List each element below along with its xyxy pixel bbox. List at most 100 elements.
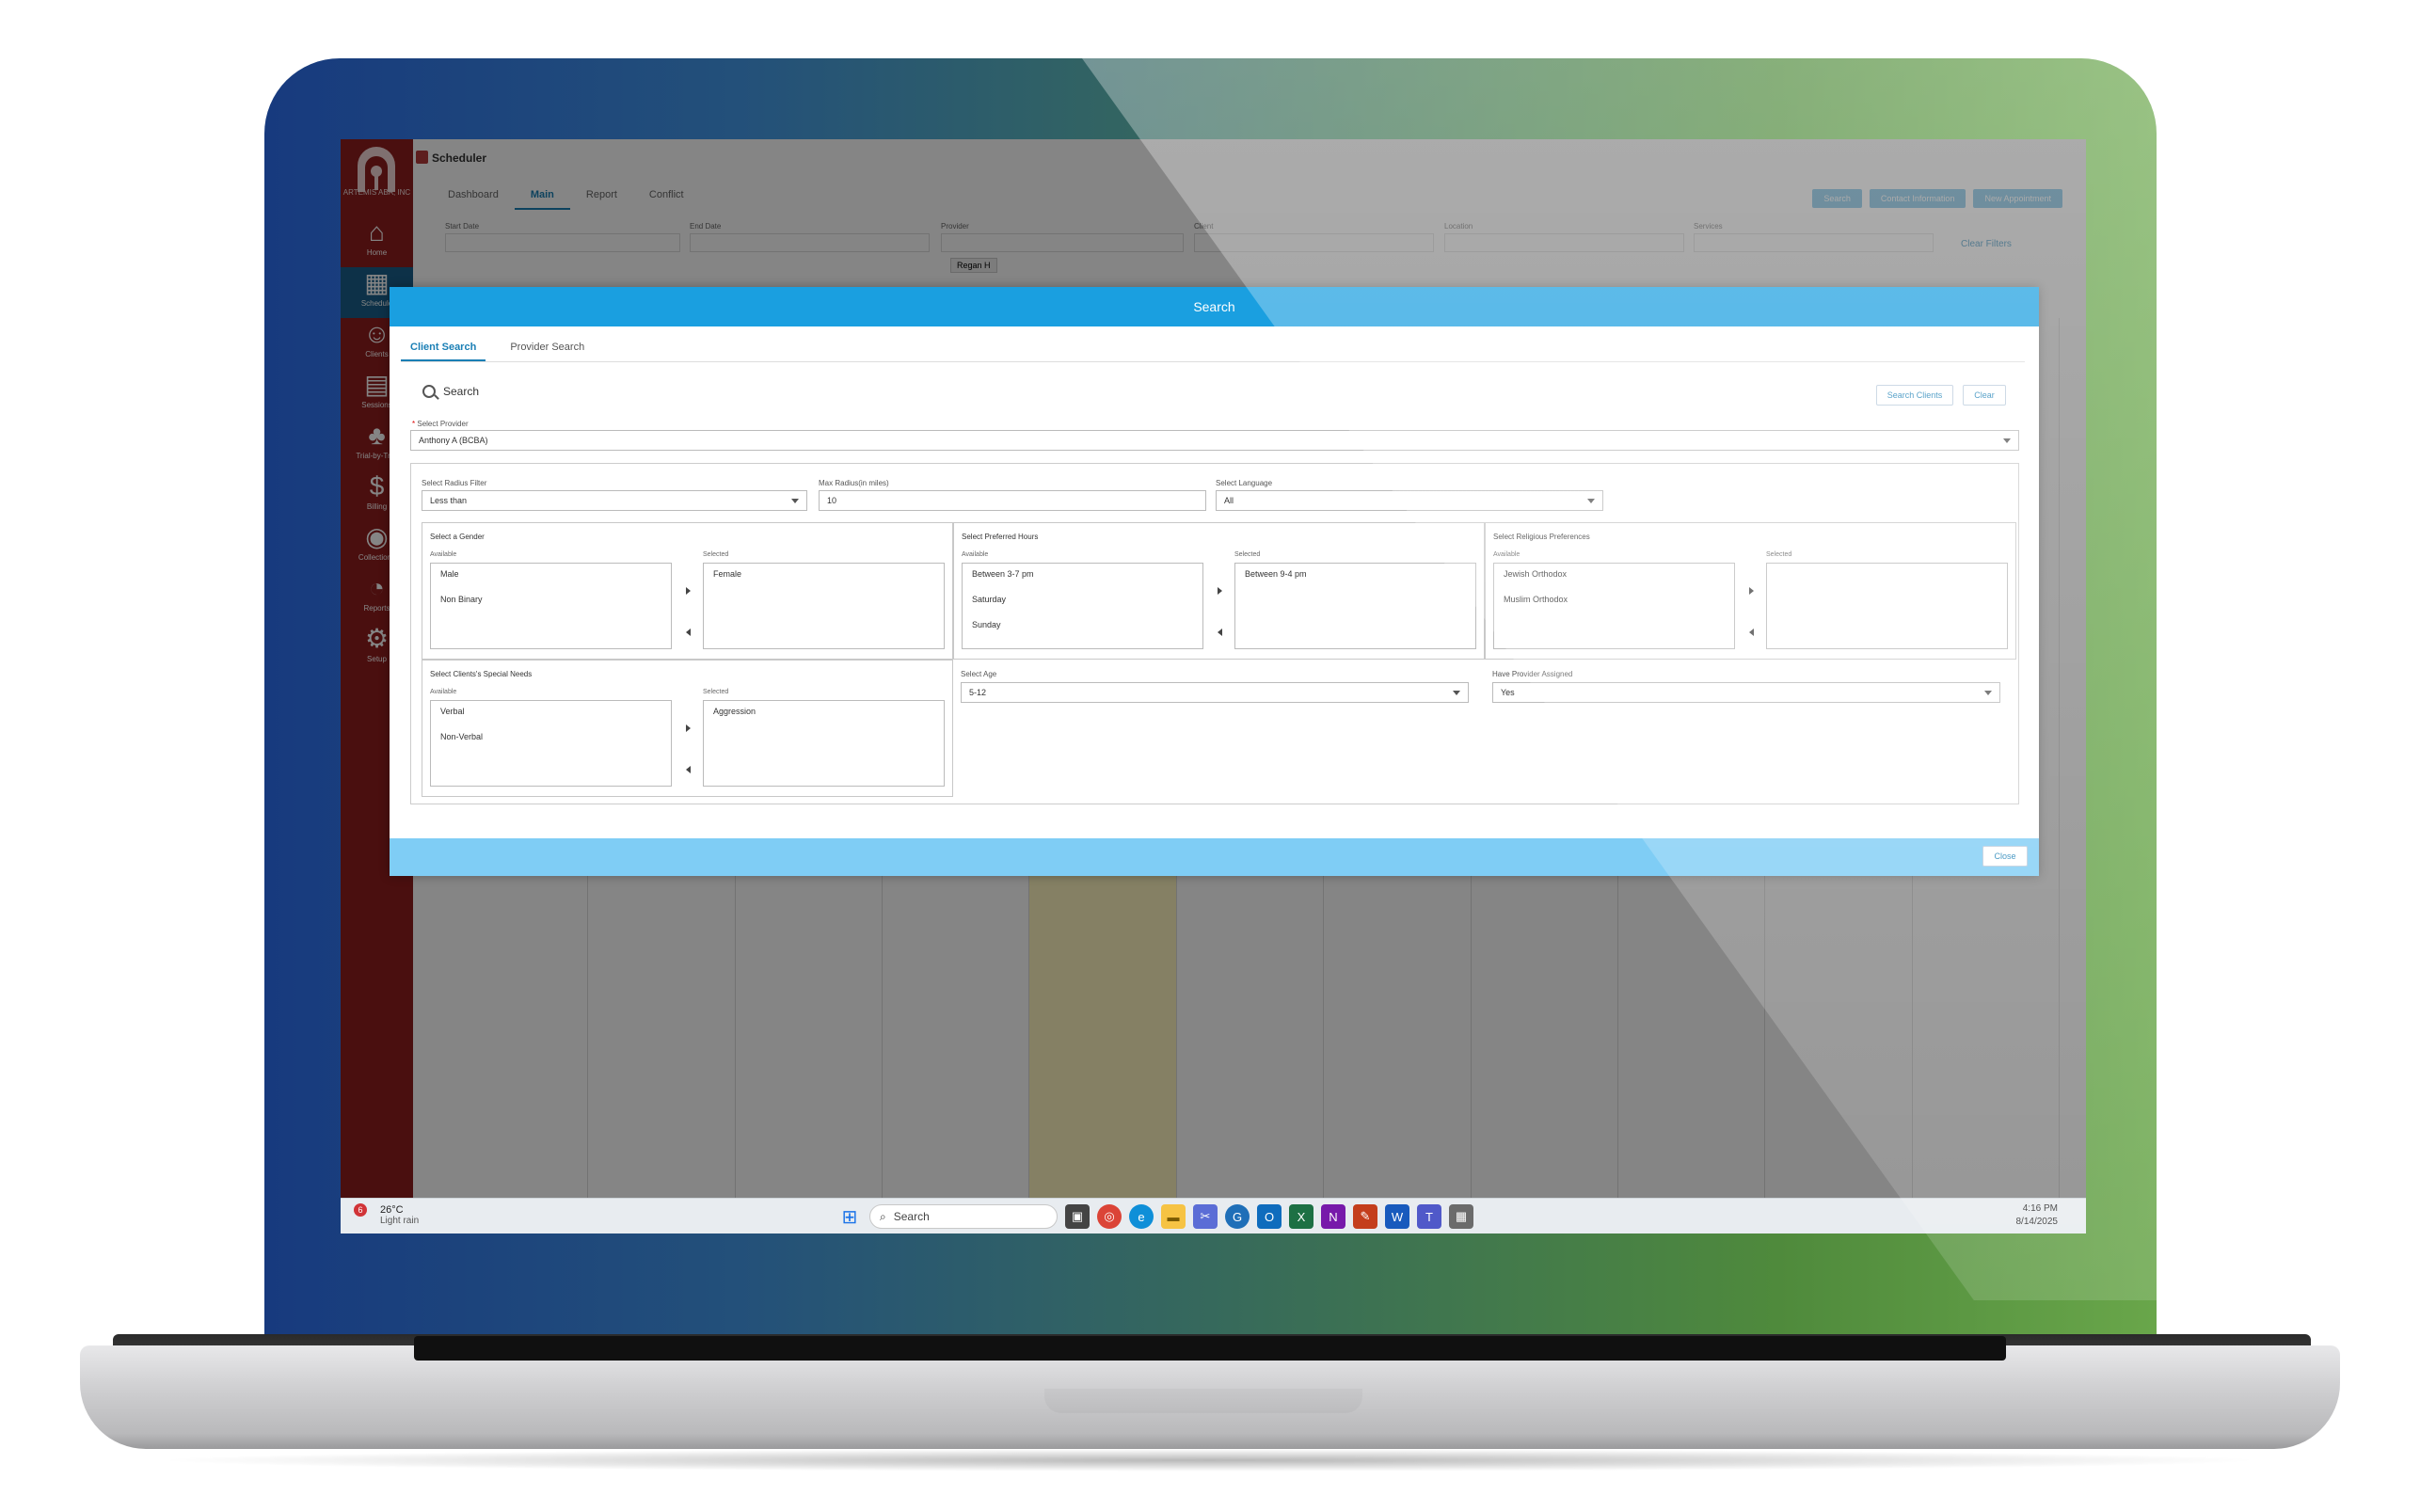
list-item[interactable]: Non-Verbal bbox=[431, 726, 671, 752]
hours-title: Select Preferred Hours bbox=[962, 533, 1039, 541]
list-item[interactable]: Muslim Orthodox bbox=[1494, 589, 1734, 614]
radius-filter-label: Select Radius Filter bbox=[422, 479, 487, 487]
filters-panel: Select Radius Filter Less than Max Radiu… bbox=[410, 463, 2019, 804]
tab-provider-search[interactable]: Provider Search bbox=[501, 342, 594, 361]
list-item[interactable]: Saturday bbox=[963, 589, 1202, 614]
modal-tabs: Client Search Provider Search bbox=[401, 342, 2025, 362]
max-radius-input[interactable]: 10 bbox=[819, 490, 1206, 511]
weather-widget[interactable]: 26°C Light rain bbox=[380, 1204, 419, 1226]
calculator-icon[interactable]: ▦ bbox=[1449, 1204, 1473, 1229]
chevron-down-icon bbox=[1984, 691, 1992, 695]
paint-icon[interactable]: ✎ bbox=[1353, 1204, 1377, 1229]
religion-selected-list bbox=[1766, 563, 2008, 649]
have-provider-label: Have Provider Assigned bbox=[1492, 670, 1573, 678]
copilot-icon[interactable]: G bbox=[1225, 1204, 1250, 1229]
search-icon bbox=[422, 385, 436, 398]
gender-title: Select a Gender bbox=[430, 533, 485, 541]
chevron-down-icon bbox=[791, 499, 799, 503]
edge-icon[interactable]: e bbox=[1129, 1204, 1154, 1229]
chrome-icon[interactable]: ◎ bbox=[1097, 1204, 1122, 1229]
list-item[interactable]: Between 3-7 pm bbox=[963, 564, 1202, 589]
move-right-icon[interactable] bbox=[686, 587, 691, 595]
list-item[interactable]: Sunday bbox=[963, 614, 1202, 640]
select-provider-label: * Select Provider bbox=[412, 420, 469, 428]
gender-available-list: Male Non Binary bbox=[430, 563, 672, 649]
gender-selected-list: Female bbox=[703, 563, 945, 649]
list-item[interactable]: Aggression bbox=[704, 701, 944, 726]
weather-condition: Light rain bbox=[380, 1216, 420, 1226]
available-label: Available bbox=[430, 689, 457, 695]
taskbar-search[interactable]: ⌕ Search bbox=[869, 1204, 1058, 1229]
word-icon[interactable]: W bbox=[1385, 1204, 1409, 1229]
system-clock[interactable]: 4:16 PM 8/14/2025 bbox=[2016, 1202, 2059, 1229]
search-clients-button[interactable]: Search Clients bbox=[1876, 385, 1953, 406]
age-label: Select Age bbox=[961, 670, 997, 678]
move-right-icon[interactable] bbox=[1218, 587, 1222, 595]
list-item[interactable]: Non Binary bbox=[431, 589, 671, 614]
windows-start-icon[interactable]: ⊞ bbox=[837, 1204, 862, 1229]
selected-label: Selected bbox=[703, 551, 729, 558]
selected-label: Selected bbox=[1766, 551, 1792, 558]
task-view-icon[interactable]: ▣ bbox=[1065, 1204, 1090, 1229]
clock-date: 8/14/2025 bbox=[2015, 1217, 2059, 1227]
available-label: Available bbox=[430, 551, 457, 558]
list-item[interactable]: Between 9-4 pm bbox=[1235, 564, 1475, 589]
selected-label: Selected bbox=[1234, 551, 1261, 558]
onenote-icon[interactable]: N bbox=[1321, 1204, 1345, 1229]
list-item[interactable]: Female bbox=[704, 564, 944, 589]
hours-selected-list: Between 9-4 pm bbox=[1234, 563, 1476, 649]
move-left-icon[interactable] bbox=[1749, 629, 1754, 636]
tab-client-search[interactable]: Client Search bbox=[401, 342, 486, 361]
list-item[interactable]: Jewish Orthodox bbox=[1494, 564, 1734, 589]
available-label: Available bbox=[1493, 551, 1520, 558]
modal-footer: Close bbox=[390, 838, 2039, 876]
clear-button[interactable]: Clear bbox=[1963, 385, 2006, 406]
gender-panel: Select a Gender Available Selected Male … bbox=[422, 522, 953, 660]
teams-icon[interactable]: T bbox=[1417, 1204, 1441, 1229]
age-dropdown[interactable]: 5-12 bbox=[961, 682, 1469, 703]
selected-label: Selected bbox=[703, 689, 729, 695]
move-right-icon[interactable] bbox=[686, 724, 691, 732]
move-right-icon[interactable] bbox=[1749, 587, 1754, 595]
available-label: Available bbox=[962, 551, 989, 558]
close-button[interactable]: Close bbox=[1982, 846, 2028, 867]
religion-title: Select Religious Preferences bbox=[1493, 533, 1590, 541]
modal-title: Search bbox=[390, 287, 2039, 326]
weather-temp: 26°C bbox=[380, 1204, 404, 1216]
file-explorer-icon[interactable]: ▬ bbox=[1161, 1204, 1186, 1229]
clock-time: 4:16 PM bbox=[2022, 1203, 2058, 1214]
excel-icon[interactable]: X bbox=[1289, 1204, 1313, 1229]
snipping-tool-icon[interactable]: ✂ bbox=[1193, 1204, 1218, 1229]
radius-filter-dropdown[interactable]: Less than bbox=[422, 490, 807, 511]
move-left-icon[interactable] bbox=[686, 766, 691, 773]
laptop-mockup: ARTEMIS ABA, INC ⌂ Home ▦ Schedule ☺ Client… bbox=[0, 0, 2420, 1512]
religion-panel: Select Religious Preferences Available S… bbox=[1485, 522, 2016, 660]
language-label: Select Language bbox=[1216, 479, 1273, 487]
chevron-down-icon bbox=[2003, 438, 2011, 443]
search-modal: Search Client Search Provider Search Sea… bbox=[390, 287, 2039, 876]
search-icon: ⌕ bbox=[880, 1209, 886, 1223]
needs-selected-list: Aggression bbox=[703, 700, 945, 787]
list-item[interactable]: Verbal bbox=[431, 701, 671, 726]
needs-panel: Select Clients's Special Needs Available… bbox=[422, 660, 953, 797]
taskbar-apps: ⊞ ⌕ Search ▣ ◎ e ▬ ✂ G O X N ✎ W T ▦ bbox=[837, 1204, 1473, 1229]
move-left-icon[interactable] bbox=[686, 629, 691, 636]
outlook-icon[interactable]: O bbox=[1257, 1204, 1282, 1229]
select-provider-dropdown[interactable]: Anthony A (BCBA) bbox=[410, 430, 2019, 451]
laptop-shadow bbox=[151, 1449, 2268, 1472]
weather-badge: 6 bbox=[354, 1203, 367, 1217]
search-heading: Search bbox=[422, 385, 479, 398]
chevron-down-icon bbox=[1453, 691, 1460, 695]
screen: ARTEMIS ABA, INC ⌂ Home ▦ Schedule ☺ Client… bbox=[341, 139, 2086, 1233]
chevron-down-icon bbox=[1587, 499, 1595, 503]
laptop-notch bbox=[1044, 1389, 1362, 1413]
have-provider-dropdown[interactable]: Yes bbox=[1492, 682, 2000, 703]
max-radius-label: Max Radius(in miles) bbox=[819, 479, 889, 487]
hours-panel: Select Preferred Hours Available Selecte… bbox=[953, 522, 1485, 660]
needs-title: Select Clients's Special Needs bbox=[430, 670, 533, 678]
move-left-icon[interactable] bbox=[1218, 629, 1222, 636]
religion-available-list: Jewish Orthodox Muslim Orthodox bbox=[1493, 563, 1735, 649]
language-dropdown[interactable]: All bbox=[1216, 490, 1603, 511]
list-item[interactable]: Male bbox=[431, 564, 671, 589]
hours-available-list: Between 3-7 pm Saturday Sunday bbox=[962, 563, 1203, 649]
